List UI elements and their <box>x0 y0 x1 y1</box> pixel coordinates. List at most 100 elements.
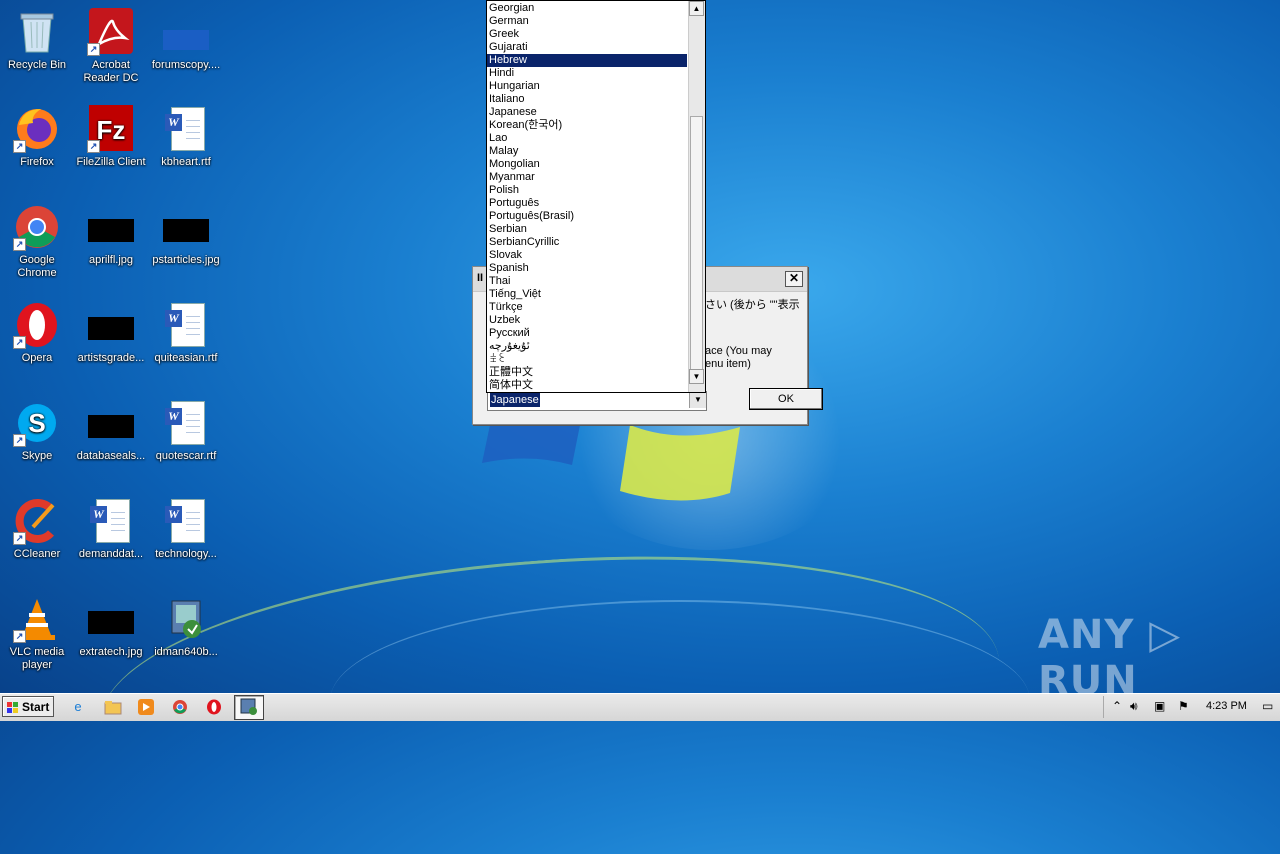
desktop-icon-forumscopy[interactable]: forumscopy.... <box>149 8 223 72</box>
icon-label: Firefox <box>20 156 54 168</box>
svg-text:Fz: Fz <box>97 115 126 145</box>
language-option[interactable]: ئۇيغۇرچە <box>487 340 687 353</box>
dialog-title: II <box>477 272 484 284</box>
dialog-message-line1: さい (後から ""表示 <box>705 299 800 311</box>
language-option[interactable]: Polish <box>487 184 687 197</box>
icon-label: FileZilla Client <box>76 156 146 168</box>
volume-icon[interactable]: 🔊︎ <box>1130 699 1138 714</box>
language-option[interactable]: Italiano <box>487 93 687 106</box>
language-option[interactable]: Português(Brasil) <box>487 210 687 223</box>
word-document-icon: W <box>87 497 135 545</box>
network-icon[interactable]: ▣ <box>1154 699 1165 713</box>
clock[interactable]: 4:23 PM <box>1206 700 1247 712</box>
anyrun-watermark: ANY ▷ RUN <box>1038 612 1182 704</box>
desktop-icon-quiteasian[interactable]: W quiteasian.rtf <box>149 301 223 365</box>
close-button[interactable]: ✕ <box>785 271 803 287</box>
language-option[interactable]: Hebrew <box>487 54 687 67</box>
language-option[interactable]: Português <box>487 197 687 210</box>
language-option[interactable]: Tiếng_Việt <box>487 288 687 301</box>
file-explorer-icon[interactable] <box>103 697 123 717</box>
language-option[interactable]: Greek <box>487 28 687 41</box>
shortcut-arrow-icon: ↗ <box>13 532 26 545</box>
language-option[interactable]: Georgian <box>487 2 687 15</box>
scroll-up-button[interactable]: ▲ <box>689 1 704 16</box>
language-option[interactable]: ꀨꏂ <box>487 353 687 366</box>
internet-explorer-icon[interactable]: e <box>68 697 88 717</box>
action-center-flag-icon[interactable]: ⚑ <box>1178 699 1189 713</box>
language-select[interactable]: Japanese ▼ <box>487 391 707 411</box>
start-button[interactable]: Start <box>2 696 54 717</box>
desktop-icon-recycle-bin[interactable]: Recycle Bin <box>0 8 74 72</box>
desktop-icon-opera[interactable]: ↗ Opera <box>0 301 74 365</box>
desktop-icon-filezilla[interactable]: Fz ↗ FileZilla Client <box>74 105 148 169</box>
vlc-cone-icon: ↗ <box>13 595 61 643</box>
image-file-icon <box>162 203 210 251</box>
desktop-icon-artistsgrade[interactable]: artistsgrade... <box>74 301 148 365</box>
desktop-icon-vlc[interactable]: ↗ VLC media player <box>0 595 74 672</box>
chrome-icon[interactable] <box>170 697 190 717</box>
desktop-icon-quotescar[interactable]: W quotescar.rtf <box>149 399 223 463</box>
language-option[interactable]: 正體中文 <box>487 366 687 379</box>
icon-label: extratech.jpg <box>79 646 143 658</box>
chevron-down-icon[interactable]: ▼ <box>689 392 706 408</box>
language-option[interactable]: Hindi <box>487 67 687 80</box>
ok-button[interactable]: OK <box>749 388 823 410</box>
desktop-icon-pstarticles[interactable]: pstarticles.jpg <box>149 203 223 267</box>
language-option[interactable]: German <box>487 15 687 28</box>
icon-label: quiteasian.rtf <box>154 352 218 364</box>
language-option[interactable]: SerbianCyrillic <box>487 236 687 249</box>
language-dropdown-list[interactable]: Georgian German Greek Gujarati Hebrew Hindi Hu… <box>486 0 706 393</box>
icon-label: demanddat... <box>78 548 144 560</box>
word-document-icon: W <box>162 105 210 153</box>
desktop-icon-ccleaner[interactable]: ↗ CCleaner <box>0 497 74 561</box>
media-player-icon[interactable] <box>136 697 156 717</box>
image-file-icon <box>162 8 210 56</box>
acrobat-icon: ↗ <box>87 8 135 56</box>
icon-label: pstarticles.jpg <box>152 254 220 266</box>
language-option[interactable]: Lao <box>487 132 687 145</box>
language-option[interactable]: Uzbek <box>487 314 687 327</box>
word-document-icon: W <box>162 497 210 545</box>
language-option[interactable]: Malay <box>487 145 687 158</box>
language-option[interactable]: 简体中文 <box>487 379 687 392</box>
shortcut-arrow-icon: ↗ <box>87 140 100 153</box>
desktop-icon-acrobat[interactable]: ↗ Acrobat Reader DC <box>74 8 148 85</box>
desktop-icon-technology[interactable]: W technology... <box>149 497 223 561</box>
language-option[interactable]: Slovak <box>487 249 687 262</box>
language-option[interactable]: Myanmar <box>487 171 687 184</box>
language-option[interactable]: Japanese <box>487 106 687 119</box>
language-option[interactable]: Serbian <box>487 223 687 236</box>
show-desktop-icon[interactable]: ▭ <box>1262 699 1273 713</box>
language-option[interactable]: Spanish <box>487 262 687 275</box>
desktop-icon-extratech[interactable]: extratech.jpg <box>74 595 148 659</box>
opera-icon[interactable] <box>204 697 224 717</box>
desktop-icon-databaseals[interactable]: databaseals... <box>74 399 148 463</box>
icon-label: artistsgrade... <box>77 352 145 364</box>
system-tray: ⌃ 🔊︎ ▣ ⚑ ▭ <box>1103 696 1279 718</box>
scrollbar[interactable]: ▲ ▼ <box>688 1 705 392</box>
desktop-icon-skype[interactable]: S ↗ Skype <box>0 399 74 463</box>
desktop-icon-demanddat[interactable]: W demanddat... <box>74 497 148 561</box>
language-option[interactable]: Русский <box>487 327 687 340</box>
language-option[interactable]: Gujarati <box>487 41 687 54</box>
language-option[interactable]: Mongolian <box>487 158 687 171</box>
start-label: Start <box>22 700 50 714</box>
desktop-icon-kbheart[interactable]: W kbheart.rtf <box>149 105 223 169</box>
shortcut-arrow-icon: ↗ <box>13 434 26 447</box>
language-option[interactable]: Thai <box>487 275 687 288</box>
desktop-icon-firefox[interactable]: ↗ Firefox <box>0 105 74 169</box>
opera-icon: ↗ <box>13 301 61 349</box>
desktop-icon-idman[interactable]: idman640b... <box>149 595 223 659</box>
icon-label: technology... <box>155 548 217 560</box>
scrollbar-thumb[interactable] <box>690 116 703 374</box>
installer-icon <box>162 595 210 643</box>
language-option[interactable]: Korean(한국어) <box>487 119 687 132</box>
scroll-down-button[interactable]: ▼ <box>689 369 704 384</box>
taskbar-active-installer[interactable] <box>234 695 264 720</box>
desktop-icon-aprilfl[interactable]: aprilfl.jpg <box>74 203 148 267</box>
language-option[interactable]: Hungarian <box>487 80 687 93</box>
language-option[interactable]: Türkçe <box>487 301 687 314</box>
show-hidden-icons-icon[interactable]: ⌃ <box>1112 699 1122 713</box>
icon-label: Google Chrome <box>17 254 57 279</box>
desktop-icon-chrome[interactable]: ↗ Google Chrome <box>0 203 74 280</box>
